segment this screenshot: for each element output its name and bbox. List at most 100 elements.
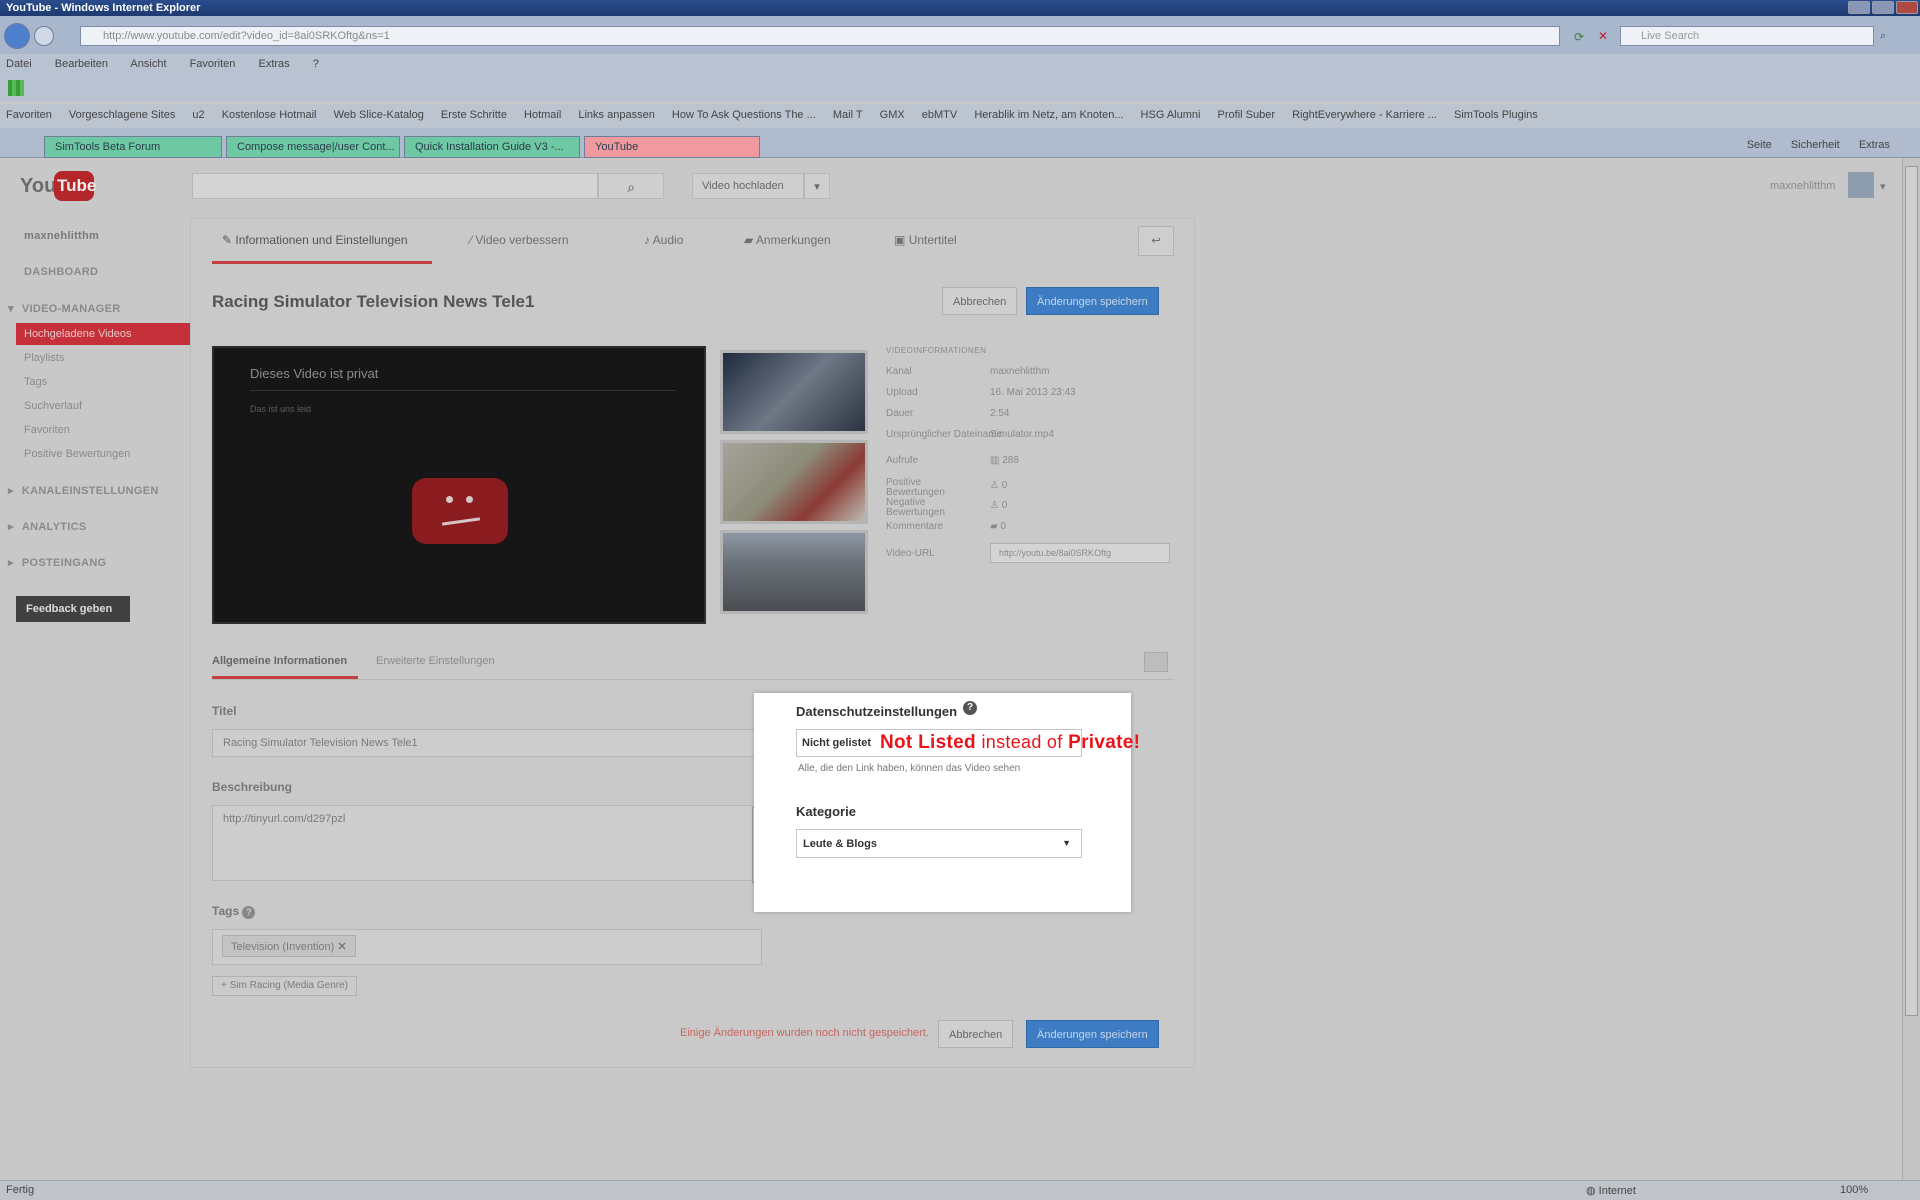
back-icon[interactable] — [4, 23, 30, 49]
favorite-link[interactable]: Vorgeschlagene Sites — [69, 109, 175, 121]
back-to-list-button[interactable]: ↩ — [1138, 226, 1174, 256]
tab-subtitles[interactable]: ▣ Untertitel — [894, 233, 957, 247]
title-input[interactable]: Racing Simulator Television News Tele1 — [212, 729, 764, 757]
menu-tools[interactable]: Extras — [258, 58, 289, 70]
info-value-likes: ♙ 0 — [990, 480, 1008, 491]
sidebar-item-playlists[interactable]: Playlists — [24, 352, 64, 364]
comment-icon: ▰ — [990, 521, 998, 532]
cancel-button-bottom[interactable]: Abbrechen — [938, 1020, 1014, 1048]
scrollbar-thumb[interactable] — [1905, 166, 1918, 1016]
favorite-link[interactable]: u2 — [192, 109, 204, 121]
subtab-general[interactable]: Allgemeine Informationen — [212, 655, 347, 667]
browser-tab[interactable]: Compose message|/user Cont... — [226, 136, 400, 158]
remove-tag-icon[interactable]: ✕ — [337, 941, 346, 953]
tab-annotations[interactable]: ▰ Anmerkungen — [744, 233, 831, 247]
tags-label: Tags ? — [212, 904, 256, 919]
info-label: Video-URL — [886, 548, 935, 559]
upload-dropdown-button[interactable]: ▾ — [804, 173, 830, 199]
favorite-link[interactable]: Mail T — [833, 109, 863, 121]
header-username[interactable]: maxnehlitthm — [1770, 180, 1835, 192]
sidebar-item-favorites[interactable]: Favoriten — [24, 424, 70, 436]
upload-button[interactable]: Video hochladen — [692, 173, 804, 199]
feedback-button[interactable]: Feedback geben — [16, 596, 130, 622]
command-tools: Seite Sicherheit Extras — [1731, 139, 1890, 151]
account-chevron-down-icon[interactable]: ▾ — [1880, 180, 1886, 193]
favorite-link[interactable]: HSG Alumni — [1141, 109, 1201, 121]
subtab-advanced[interactable]: Erweiterte Einstellungen — [376, 655, 495, 667]
description-textarea[interactable]: http://tinyurl.com/d297pzl — [212, 805, 764, 881]
cancel-button-top[interactable]: Abbrechen — [942, 287, 1018, 315]
save-button-top[interactable]: Änderungen speichern — [1026, 287, 1159, 315]
favorite-link[interactable]: Hotmail — [524, 109, 561, 121]
info-value[interactable]: maxnehlitthm — [990, 366, 1049, 377]
favorite-link[interactable]: Kostenlose Hotmail — [222, 109, 317, 121]
favorite-link[interactable]: GMX — [880, 109, 905, 121]
sidebar-item-dashboard[interactable]: DASHBOARD — [24, 266, 98, 278]
thumbnail-option[interactable] — [720, 440, 868, 524]
preview-toggle-icon[interactable] — [1144, 652, 1168, 672]
sidebar-item-inbox[interactable]: ▸ POSTEINGANG — [8, 556, 107, 569]
help-icon[interactable]: ? — [242, 906, 256, 919]
sidebar-item-search-history[interactable]: Suchverlauf — [24, 400, 82, 412]
sidebar-item-tags[interactable]: Tags — [24, 376, 47, 388]
sad-face-icon — [412, 478, 508, 544]
thumbnail-option[interactable] — [720, 530, 868, 614]
menu-edit[interactable]: Bearbeiten — [55, 58, 108, 70]
browser-tab[interactable]: Quick Installation Guide V3 -... — [404, 136, 580, 158]
favorite-link[interactable]: SimTools Plugins — [1454, 109, 1538, 121]
favorite-link[interactable]: ebMTV — [922, 109, 957, 121]
sidebar-item-label: POSTEINGANG — [21, 557, 107, 569]
video-url-field[interactable]: http://youtu.be/8ai0SRKOftg — [990, 543, 1170, 563]
page-menu[interactable]: Seite — [1747, 139, 1772, 151]
info-value: 16. Mai 2013 23:43 — [990, 387, 1076, 398]
help-icon[interactable]: ? — [963, 701, 977, 715]
sidebar-item-analytics[interactable]: ▸ ANALYTICS — [8, 520, 86, 533]
minimize-button[interactable] — [1848, 1, 1870, 14]
close-window-button[interactable] — [1896, 1, 1918, 14]
menu-view[interactable]: Ansicht — [130, 58, 166, 70]
logo-you: You — [20, 175, 57, 197]
refresh-icon[interactable]: ⟳ — [1574, 30, 1584, 44]
sidebar-item-channel-settings[interactable]: ▸ KANALEINSTELLUNGEN — [8, 484, 159, 497]
sidebar-item-uploaded-videos[interactable]: Hochgeladene Videos — [16, 323, 192, 345]
sidebar-username[interactable]: maxnehlitthm — [24, 230, 99, 242]
tab-enhancements[interactable]: ⁄ Video verbessern — [470, 233, 569, 247]
youtube-logo[interactable]: You Tube — [20, 170, 96, 202]
category-select[interactable]: Leute & Blogs ▼ — [796, 829, 1082, 858]
favorite-link[interactable]: Erste Schritte — [441, 109, 507, 121]
stop-icon[interactable]: ✕ — [1598, 29, 1608, 43]
save-button-bottom[interactable]: Änderungen speichern — [1026, 1020, 1159, 1048]
tab-info-settings[interactable]: ✎ Informationen und Einstellungen — [222, 233, 408, 247]
favorite-link[interactable]: How To Ask Questions The ... — [672, 109, 816, 121]
browser-tab-active[interactable]: YouTube — [584, 136, 760, 158]
sidebar-item-likes[interactable]: Positive Bewertungen — [24, 448, 130, 460]
favorite-link[interactable]: Profil Suber — [1218, 109, 1275, 121]
menu-file[interactable]: Datei — [6, 58, 32, 70]
page-scrollbar[interactable] — [1902, 158, 1920, 1180]
favorites-button[interactable]: Favoriten — [6, 109, 52, 121]
favorite-link[interactable]: Links anpassen — [578, 109, 654, 121]
favorite-link[interactable]: Web Slice-Katalog — [334, 109, 424, 121]
maximize-button[interactable] — [1872, 1, 1894, 14]
avatar[interactable] — [1848, 172, 1874, 198]
zoom-level[interactable]: 100% — [1840, 1184, 1868, 1196]
forward-icon[interactable] — [34, 26, 54, 46]
safety-menu[interactable]: Sicherheit — [1791, 139, 1840, 151]
menu-favorites[interactable]: Favoriten — [190, 58, 236, 70]
favorite-link[interactable]: Herablik im Netz, am Knoten... — [974, 109, 1123, 121]
video-player[interactable]: Dieses Video ist privat Das ist uns leid — [212, 346, 706, 624]
search-go-icon[interactable]: ⌕ — [1880, 30, 1886, 43]
thumbnail-option[interactable] — [720, 350, 868, 434]
address-bar[interactable]: http://www.youtube.com/edit?video_id=8ai… — [80, 26, 1560, 46]
tools-menu[interactable]: Extras — [1859, 139, 1890, 151]
tag-chip[interactable]: Television (Invention) ✕ — [222, 935, 356, 957]
search-button[interactable]: ⌕ — [598, 173, 664, 199]
menu-help[interactable]: ? — [313, 58, 319, 70]
browser-tab[interactable]: SimTools Beta Forum — [44, 136, 222, 158]
search-input[interactable] — [192, 173, 598, 199]
tag-suggestion-button[interactable]: + Sim Racing (Media Genre) — [212, 976, 357, 996]
sidebar-item-video-manager[interactable]: ▾ VIDEO-MANAGER — [8, 302, 120, 315]
favorite-link[interactable]: RightEverywhere - Karriere ... — [1292, 109, 1437, 121]
tab-audio[interactable]: ♪ Audio — [644, 233, 683, 247]
live-search-input[interactable]: Live Search — [1620, 26, 1874, 46]
